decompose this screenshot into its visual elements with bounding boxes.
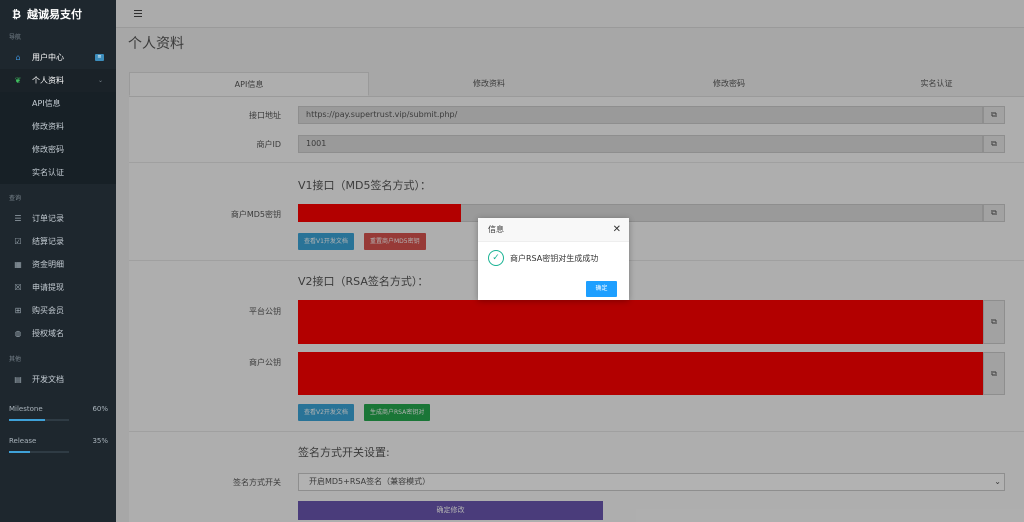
- progress-fill: [9, 451, 30, 453]
- sidebar-item-label: 结算记录: [32, 237, 64, 246]
- new-badge-icon: ≡: [95, 54, 104, 61]
- progress-label: Milestone: [9, 405, 43, 413]
- sidebar-item-label: 购买会员: [32, 306, 64, 315]
- brand-name: 越诚易支付: [26, 8, 82, 21]
- sidebar-subitem-edit-profile[interactable]: 修改资料: [0, 115, 116, 138]
- sidebar-item-domains[interactable]: ◍ 授权域名: [0, 322, 116, 345]
- sidebar-item-label: 申请提现: [32, 283, 64, 292]
- sidebar-item-label: 个人资料: [32, 76, 64, 85]
- dialog-body: ✓ 商户RSA密钥对生成成功: [478, 242, 629, 274]
- other-group-label: 其他: [9, 356, 22, 363]
- nav-group-label: 导航: [9, 34, 22, 41]
- sidebar-item-label: 订单记录: [32, 214, 64, 223]
- sidebar-item-label: 授权域名: [32, 329, 64, 338]
- sidebar-item-label: 开发文档: [32, 375, 64, 384]
- info-dialog: 信息 ✕ ✓ 商户RSA密钥对生成成功 确定: [478, 218, 629, 300]
- sidebar-item-user-center[interactable]: ⌂ 用户中心 ≡: [0, 46, 116, 69]
- table-icon: ▦: [14, 260, 22, 269]
- globe-icon: ◍: [14, 329, 22, 338]
- home-icon: ⌂: [15, 53, 21, 62]
- brand[interactable]: ₿ 越诚易支付: [0, 0, 116, 28]
- sidebar-item-dev-docs[interactable]: ▤ 开发文档: [0, 368, 116, 391]
- sidebar-item-label: 用户中心: [32, 53, 64, 62]
- sidebar: ₿ 越诚易支付 导航 ⌂ 用户中心 ≡ ❦ 个人资料 ⌄ API信息 修改资料 …: [0, 0, 116, 522]
- sidebar-item-funds[interactable]: ▦ 资金明细: [0, 253, 116, 276]
- sidebar-subitem-api[interactable]: API信息: [0, 92, 116, 115]
- milestone-progress: Milestone 60%: [0, 391, 116, 421]
- cart-icon: ⊞: [14, 306, 22, 315]
- leaf-icon: ❦: [14, 76, 22, 85]
- withdraw-icon: ☒: [14, 283, 22, 292]
- dialog-title: 信息: [488, 225, 504, 234]
- sidebar-item-orders[interactable]: ☰ 订单记录: [0, 207, 116, 230]
- dialog-message: 商户RSA密钥对生成成功: [510, 253, 599, 263]
- sidebar-item-membership[interactable]: ⊞ 购买会员: [0, 299, 116, 322]
- dialog-ok-button[interactable]: 确定: [586, 281, 617, 297]
- dialog-header: 信息 ✕: [478, 218, 629, 242]
- progress-percent: 60%: [92, 405, 108, 413]
- success-check-icon: ✓: [488, 250, 504, 266]
- progress-track: [9, 451, 69, 453]
- sidebar-subitem-verification[interactable]: 实名认证: [0, 161, 116, 184]
- sidebar-subitem-change-password[interactable]: 修改密码: [0, 138, 116, 161]
- close-icon[interactable]: ✕: [613, 218, 621, 242]
- query-group-label: 查询: [9, 195, 22, 202]
- bitcoin-logo-icon: ₿: [12, 7, 21, 21]
- release-progress: Release 35%: [0, 421, 116, 453]
- sidebar-item-withdraw[interactable]: ☒ 申请提现: [0, 276, 116, 299]
- list-icon: ☰: [14, 214, 22, 223]
- progress-percent: 35%: [92, 437, 108, 445]
- sidebar-item-profile[interactable]: ❦ 个人资料 ⌄: [0, 69, 116, 92]
- sidebar-item-settlements[interactable]: ☑ 结算记录: [0, 230, 116, 253]
- book-icon: ▤: [14, 375, 22, 384]
- check-square-icon: ☑: [14, 237, 22, 246]
- chevron-down-icon: ⌄: [97, 77, 103, 84]
- sidebar-item-label: 资金明细: [32, 260, 64, 269]
- progress-label: Release: [9, 437, 37, 445]
